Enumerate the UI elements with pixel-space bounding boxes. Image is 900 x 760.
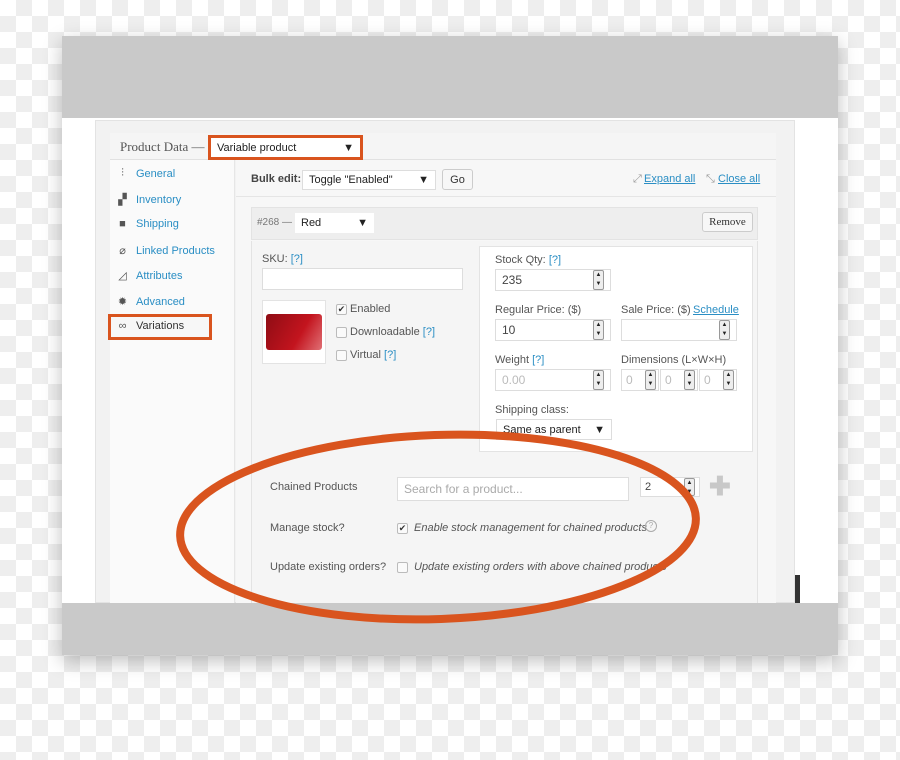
highlight-ellipse-overlay	[176, 430, 700, 624]
highlight-ellipse	[176, 430, 700, 624]
